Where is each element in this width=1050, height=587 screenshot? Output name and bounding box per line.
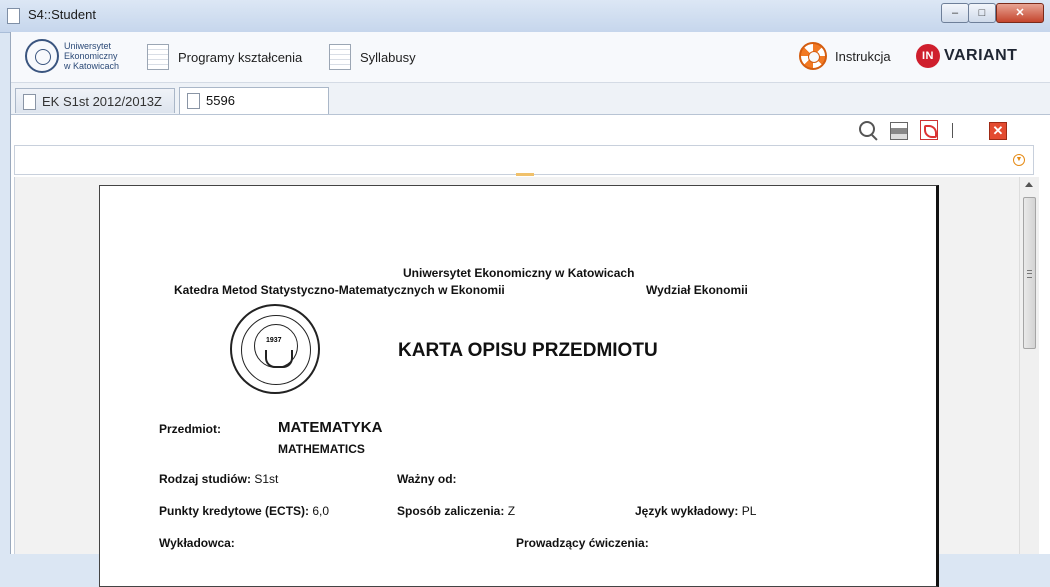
subject-label: Przedmiot: <box>159 422 222 436</box>
print-icon[interactable] <box>890 122 908 140</box>
tab-ek-s1st[interactable]: EK S1st 2012/2013Z <box>15 88 175 113</box>
lecturer-label: Wykładowca: <box>159 536 235 550</box>
nav-syllabusy-label: Syllabusy <box>360 49 416 65</box>
app-frame: Uniwersytet Ekonomiczny w Katowicach Pro… <box>10 32 1050 587</box>
university-seal-icon: 1937 <box>230 304 320 394</box>
passing-row: Sposób zaliczenia: Z <box>397 504 515 518</box>
filter-panel: ▼ <box>14 145 1034 175</box>
app-header: Uniwersytet Ekonomiczny w Katowicach Pro… <box>11 32 1050 83</box>
app-document-icon <box>7 8 20 24</box>
close-document-button[interactable]: ✕ <box>989 122 1007 140</box>
seal-year: 1937 <box>266 337 282 344</box>
toolbar-separator <box>952 123 953 138</box>
document-viewport: Uniwersytet Ekonomiczny w Katowicach Kat… <box>14 177 1023 587</box>
logo-line-2: Ekonomiczny <box>64 51 118 61</box>
document-icon <box>23 94 36 110</box>
passing-label: Sposób zaliczenia: <box>397 504 505 518</box>
nav-syllabusy[interactable]: Syllabusy <box>329 44 416 70</box>
search-icon[interactable] <box>859 121 875 137</box>
study-type-label: Rodzaj studiów: <box>159 472 251 486</box>
department-name: Katedra Metod Statystyczno-Matematycznyc… <box>174 283 505 297</box>
language-value: PL <box>741 504 757 518</box>
invariant-badge: IN <box>916 44 940 68</box>
subject-name-en: MATHEMATICS <box>278 442 365 456</box>
ects-label: Punkty kredytowe (ECTS): <box>159 504 310 518</box>
instrukcja-label: Instrukcja <box>835 48 891 64</box>
study-type-row: Rodzaj studiów: S1st <box>159 472 278 486</box>
ects-value: 6,0 <box>312 504 330 518</box>
valid-from-label: Ważny od: <box>397 472 457 486</box>
instrukcja-link[interactable]: Instrukcja <box>799 42 891 70</box>
chevron-down-icon[interactable]: ▼ <box>1013 154 1025 166</box>
university-logo-text: Uniwersytet Ekonomiczny w Katowicach <box>64 41 119 71</box>
pdf-icon[interactable] <box>920 120 938 140</box>
tab-bar: EK S1st 2012/2013Z 5596 MATEMATYKA <box>11 83 1050 133</box>
scroll-up-icon[interactable] <box>1025 182 1033 187</box>
language-label: Język wykładowy: <box>635 504 739 518</box>
invariant-logo: IN VARIANT <box>916 44 1017 68</box>
tab-label: EK S1st 2012/2013Z <box>42 94 162 109</box>
window-titlebar: S4::Student – □ ✕ <box>0 0 1050 33</box>
study-type-value: S1st <box>254 472 279 486</box>
seal-eagle <box>265 350 293 368</box>
ects-row: Punkty kredytowe (ECTS): 6,0 <box>159 504 329 518</box>
exercise-lead-label: Prowadzący ćwiczenia: <box>516 536 649 550</box>
vertical-scrollbar[interactable] <box>1019 177 1039 554</box>
lifebuoy-icon <box>799 42 827 70</box>
minimize-button[interactable]: – <box>941 3 969 23</box>
logo-line-1: Uniwersytet <box>64 41 112 51</box>
logo-line-3: w Katowicach <box>64 61 120 71</box>
tab-matematyka[interactable]: 5596 MATEMATYKA <box>179 87 329 133</box>
splitter-handle[interactable] <box>516 173 534 176</box>
document-icon <box>187 93 200 109</box>
nav-programy-label: Programy kształcenia <box>178 49 303 65</box>
faculty-name: Wydział Ekonomii <box>646 283 748 297</box>
syllabus-page: Uniwersytet Ekonomiczny w Katowicach Kat… <box>99 185 939 587</box>
university-name: Uniwersytet Ekonomiczny w Katowicach <box>403 266 635 280</box>
subject-name-pl: MATEMATYKA <box>278 419 383 436</box>
document-toolbar: ✕ <box>11 115 1050 145</box>
scrollbar-grip-icon <box>1027 270 1032 278</box>
maximize-button[interactable]: □ <box>968 3 996 23</box>
page-heading: KARTA OPISU PRZEDMIOTU <box>398 340 658 361</box>
window-close-button[interactable]: ✕ <box>996 3 1044 23</box>
university-logo-icon <box>25 39 59 73</box>
language-row: Język wykładowy: PL <box>635 504 756 518</box>
window-title: S4::Student <box>28 7 96 22</box>
invariant-name: VARIANT <box>944 47 1018 64</box>
passing-value: Z <box>507 504 516 518</box>
document-list-icon <box>147 44 169 70</box>
nav-programy-ksztalcenia[interactable]: Programy kształcenia <box>147 44 302 70</box>
scrollbar-thumb[interactable] <box>1023 197 1036 349</box>
document-icon <box>329 44 351 70</box>
